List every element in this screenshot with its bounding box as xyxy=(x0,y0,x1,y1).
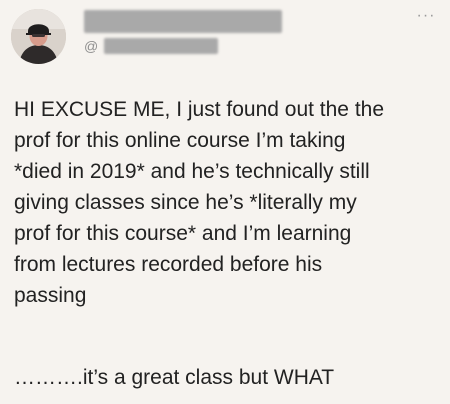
handle-prefix: @ xyxy=(84,38,99,54)
tweet-line-4: giving classes since he’s *literally my xyxy=(14,191,357,214)
tweet-body: HI EXCUSE ME, I just found out the the p… xyxy=(14,94,434,311)
avatar[interactable] xyxy=(11,9,66,64)
more-options-icon[interactable]: ··· xyxy=(413,8,439,24)
tweet-line-5: prof for this course* and I’m learning xyxy=(14,222,352,245)
tweet-closing-line: ……….it’s a great class but WHAT xyxy=(14,366,335,389)
avatar-image xyxy=(11,9,66,64)
handle-row: @ xyxy=(84,37,219,55)
tweet-line-3: *died in 2019* and he’s technically stil… xyxy=(14,160,370,183)
tweet-line-6: from lectures recorded before his xyxy=(14,253,323,276)
tweet-line-1: HI EXCUSE ME, I just found out the the xyxy=(14,98,385,121)
handle-redaction xyxy=(104,38,219,54)
tweet-line-7: passing xyxy=(14,284,87,307)
display-name-redaction xyxy=(84,10,282,33)
tweet-line-2: prof for this online course I’m taking xyxy=(14,129,346,152)
tweet-card: @ ··· HI EXCUSE ME, I just found out the… xyxy=(0,0,450,404)
